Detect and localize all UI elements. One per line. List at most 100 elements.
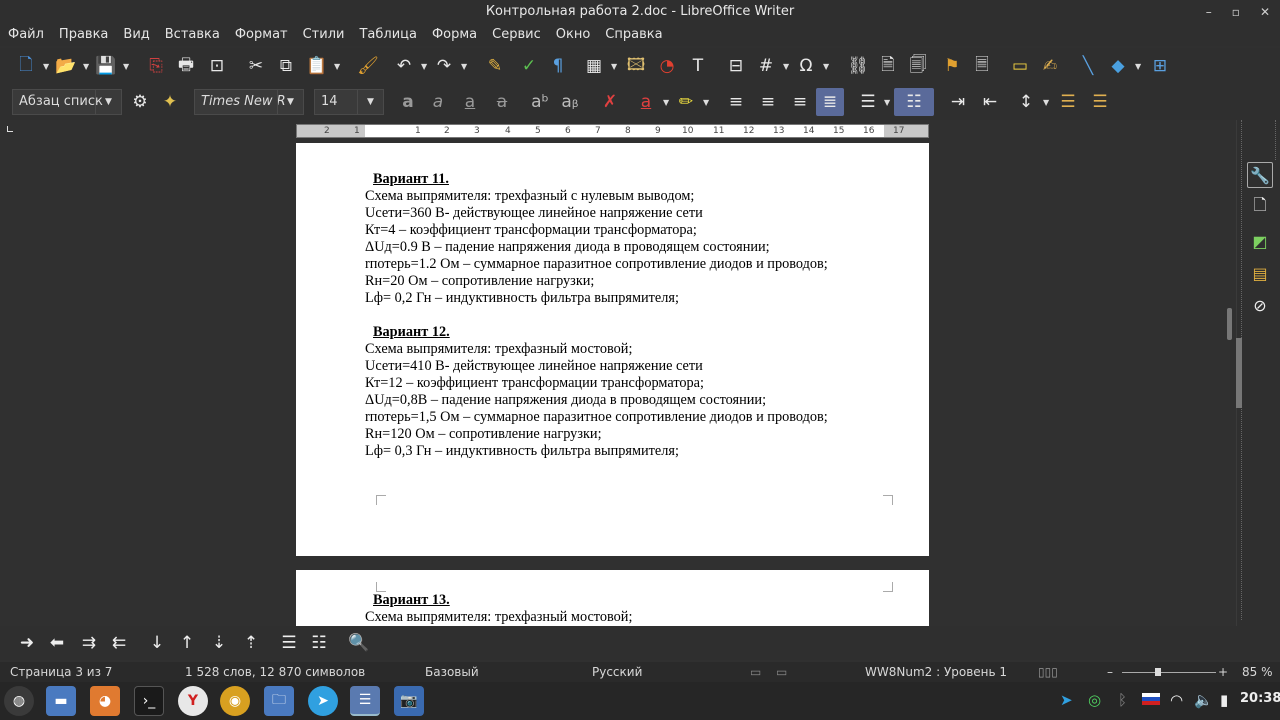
- arrow-down-icon[interactable]: ↓: [146, 632, 168, 654]
- chevron-down-icon[interactable]: ▼: [663, 98, 671, 107]
- maximize-icon[interactable]: ▫: [1232, 0, 1240, 24]
- chevron-down-icon[interactable]: ▼: [461, 62, 469, 71]
- clock[interactable]: 20:38: [1240, 691, 1280, 706]
- menu-form[interactable]: Форма: [432, 24, 477, 46]
- export-pdf-icon[interactable]: ⎘: [144, 54, 168, 78]
- menu-file[interactable]: Файл: [8, 24, 44, 46]
- chevron-down-icon[interactable]: ▼: [611, 62, 619, 71]
- endnote-icon[interactable]: 🗐: [906, 54, 930, 78]
- whatsapp-tray-icon[interactable]: ◎: [1088, 691, 1101, 709]
- superscript-icon[interactable]: aᵇ: [528, 90, 552, 114]
- paste-icon[interactable]: 📋: [305, 54, 329, 78]
- comment-icon[interactable]: ▭: [1008, 54, 1032, 78]
- print-icon[interactable]: 🖶: [174, 54, 198, 78]
- image-icon[interactable]: 🖾: [624, 54, 648, 78]
- undo-icon[interactable]: ↶: [392, 54, 416, 78]
- move-down-icon[interactable]: ⇣: [208, 632, 230, 654]
- chevron-down-icon[interactable]: ▼: [1043, 98, 1051, 107]
- close-icon[interactable]: ✕: [1260, 0, 1270, 24]
- bookmark-icon[interactable]: ⚑: [940, 54, 964, 78]
- chevron-down-icon[interactable]: ▼: [83, 62, 91, 71]
- mint-menu-icon[interactable]: ◍: [4, 686, 34, 716]
- formatting-marks-icon[interactable]: ¶: [546, 54, 570, 78]
- paragraph-style-combo[interactable]: Абзац списк ▼: [12, 89, 122, 115]
- new-style-icon[interactable]: ✦: [158, 90, 182, 114]
- chart-icon[interactable]: ◔: [655, 54, 679, 78]
- italic-icon[interactable]: a: [426, 90, 450, 114]
- page-style[interactable]: Базовый: [425, 662, 479, 682]
- list-search-icon[interactable]: 🔍: [348, 632, 370, 654]
- chevron-down-icon[interactable]: ▼: [277, 90, 303, 114]
- menu-edit[interactable]: Правка: [59, 24, 108, 46]
- zoom-out-icon[interactable]: –: [1107, 662, 1113, 682]
- table-icon[interactable]: ▦: [582, 54, 606, 78]
- chevron-down-icon[interactable]: ▼: [123, 62, 131, 71]
- bluetooth-icon[interactable]: ᛒ: [1118, 691, 1127, 709]
- align-right-icon[interactable]: ≡: [788, 90, 812, 114]
- chevron-down-icon[interactable]: ▼: [823, 62, 831, 71]
- chevron-down-icon[interactable]: ▼: [43, 62, 51, 71]
- spelling-icon[interactable]: ✎: [483, 54, 507, 78]
- arrow-up-icon[interactable]: ↑: [176, 632, 198, 654]
- save-icon[interactable]: 💾: [94, 54, 118, 78]
- line-spacing-icon[interactable]: ↕: [1014, 90, 1038, 114]
- wifi-icon[interactable]: ◠: [1170, 691, 1183, 709]
- chevron-down-icon[interactable]: ▼: [357, 90, 383, 114]
- navigator-icon[interactable]: ⊘: [1247, 292, 1273, 318]
- underline-icon[interactable]: a: [458, 90, 482, 114]
- arrow-left-icon[interactable]: ⬅: [46, 632, 68, 654]
- font-name-combo[interactable]: Times New R ▼: [194, 89, 304, 115]
- copy-icon[interactable]: ⧉: [274, 54, 298, 78]
- align-center-icon[interactable]: ≡: [756, 90, 780, 114]
- word-count[interactable]: 1 528 слов, 12 870 символов: [185, 662, 365, 682]
- horizontal-ruler[interactable]: 2 1 1 2 3 4 5 6 7 8 9 10 11 12 13 14 15 …: [296, 124, 929, 138]
- textbox-icon[interactable]: T: [686, 54, 710, 78]
- tab-stop-selector-icon[interactable]: [7, 126, 13, 132]
- zoom-slider[interactable]: [1122, 672, 1216, 673]
- menu-insert[interactable]: Вставка: [165, 24, 220, 46]
- keyboard-layout-flag-icon[interactable]: [1142, 691, 1160, 709]
- properties-icon[interactable]: 🔧: [1247, 162, 1273, 188]
- view-layout-icon[interactable]: ▯▯▯: [1038, 662, 1058, 682]
- menu-window[interactable]: Окно: [556, 24, 591, 46]
- paragraph-spacing-inc-icon[interactable]: ☰: [1056, 90, 1080, 114]
- sidebar-icon[interactable]: ⊞: [1148, 54, 1172, 78]
- align-left-icon[interactable]: ≡: [724, 90, 748, 114]
- track-changes-icon[interactable]: ✍: [1038, 54, 1062, 78]
- zoom-level[interactable]: 85 %: [1242, 662, 1273, 682]
- writer-taskbar-icon[interactable]: ☰: [350, 686, 380, 716]
- move-up-icon[interactable]: ⇡: [240, 632, 262, 654]
- page-count[interactable]: Страница 3 из 7: [10, 662, 112, 682]
- font-size-combo[interactable]: 14 ▼: [314, 89, 384, 115]
- telegram-tray-icon[interactable]: ➤: [1060, 691, 1073, 709]
- chevron-down-icon[interactable]: ▼: [1135, 62, 1143, 71]
- menu-view[interactable]: Вид: [123, 24, 149, 46]
- special-char-icon[interactable]: Ω: [794, 54, 818, 78]
- language[interactable]: Русский: [592, 662, 642, 682]
- chevron-down-icon[interactable]: ▼: [95, 90, 121, 114]
- files-icon[interactable]: 🗀: [264, 686, 294, 716]
- hyperlink-icon[interactable]: ⛓: [846, 54, 870, 78]
- document-page[interactable]: Вариант 13. Схема выпрямителя: трехфазны…: [296, 570, 929, 626]
- line-icon[interactable]: ╲: [1076, 54, 1100, 78]
- paragraph-spacing-dec-icon[interactable]: ☰: [1088, 90, 1112, 114]
- zoom-in-icon[interactable]: +: [1218, 662, 1228, 682]
- clone-format-icon[interactable]: 🖌: [356, 54, 380, 78]
- yandex-browser-icon[interactable]: Y: [178, 686, 208, 716]
- clear-formatting-icon[interactable]: ✗: [598, 90, 622, 114]
- arrow-right-icon[interactable]: ➜: [16, 632, 38, 654]
- page-icon[interactable]: 🗋: [1247, 194, 1273, 220]
- menu-styles[interactable]: Стили: [303, 24, 345, 46]
- numbering-icon[interactable]: ☷: [894, 88, 934, 116]
- decrease-indent-icon[interactable]: ⇤: [978, 90, 1002, 114]
- strikethrough-icon[interactable]: a: [490, 90, 514, 114]
- field-icon[interactable]: #: [754, 54, 778, 78]
- firefox-icon[interactable]: ◕: [90, 686, 120, 716]
- minimize-icon[interactable]: –: [1206, 0, 1212, 24]
- list-numbered-icon[interactable]: ☷: [308, 632, 330, 654]
- indent-right-icon[interactable]: ⇉: [78, 632, 100, 654]
- shapes-icon[interactable]: ◆: [1106, 54, 1130, 78]
- selection-mode-icon[interactable]: ▭: [776, 662, 787, 682]
- menu-format[interactable]: Формат: [235, 24, 288, 46]
- vertical-scrollbar[interactable]: [1227, 308, 1232, 340]
